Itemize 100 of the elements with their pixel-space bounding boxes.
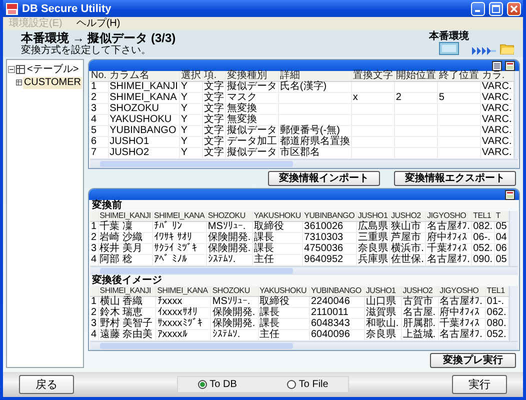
- table-cell: ﾁﾊﾞ ﾘﾝ: [154, 221, 182, 232]
- app-icon: [6, 2, 18, 14]
- radio-icon[interactable]: [198, 380, 207, 389]
- table-cell: 3610026: [304, 221, 344, 232]
- column-header[interactable]: SHIMEI_KANJI: [98, 286, 156, 296]
- action-button[interactable]: 変換情報インポート: [268, 171, 380, 186]
- radio-option[interactable]: To DB: [198, 379, 237, 390]
- table-cell: 保険開発.: [212, 318, 256, 329]
- vertical-scrollbar[interactable]: [509, 286, 518, 341]
- table-cell: 保険開発.: [208, 243, 251, 254]
- table-cell: 課長: [254, 232, 274, 243]
- tree-item[interactable]: <テーブル>: [26, 64, 80, 76]
- table-cell: 6040096: [310, 329, 350, 340]
- column-header[interactable]: No.: [90, 71, 108, 82]
- column-header[interactable]: SHOZOKU: [206, 211, 252, 222]
- section-label: 変換前: [91, 200, 123, 211]
- close-button[interactable]: [507, 2, 521, 16]
- table-cell: 市区郡名: [280, 147, 320, 158]
- column-header[interactable]: SHIMEI_KANA: [156, 286, 211, 296]
- column-header[interactable]: JIGYOSHO: [438, 286, 486, 296]
- table-cell: 名古屋ｵﾌ.: [440, 296, 482, 307]
- list-icon[interactable]: [492, 60, 502, 70]
- column-header[interactable]: JUSHO1: [356, 211, 390, 222]
- vertical-scrollbar[interactable]: [509, 211, 518, 266]
- horizontal-scrollbar[interactable]: [90, 266, 518, 275]
- collapse-icon[interactable]: [8, 66, 15, 73]
- table-cell: MSｿﾘｭｰ.: [212, 296, 250, 307]
- table-cell: 082.: [473, 221, 493, 232]
- column-header[interactable]: カラム名: [108, 71, 180, 82]
- horizontal-scrollbar[interactable]: [90, 341, 518, 350]
- preview-run-button[interactable]: 変換プレ実行: [430, 353, 516, 368]
- table-cell: 千葉 凜: [100, 221, 132, 232]
- sheet-icon[interactable]: [505, 190, 515, 200]
- table-cell: 上益城.: [402, 329, 436, 340]
- minimize-button[interactable]: [471, 2, 485, 16]
- table-cell: 三重県: [358, 232, 388, 243]
- radio-option[interactable]: To File: [286, 379, 328, 390]
- table-cell: VARC.: [482, 125, 512, 136]
- table-cell: 阿部 稔: [100, 254, 132, 265]
- table-cell: 横山 香織: [100, 296, 143, 307]
- table-cell: VARC.: [482, 147, 512, 158]
- horizontal-scrollbar[interactable]: [90, 159, 518, 168]
- table-cell: 1: [91, 81, 97, 92]
- column-header[interactable]: JUSHO2: [401, 286, 438, 296]
- table-cell: ｲxxxxｻｵﾘ: [157, 307, 198, 318]
- table-cell: 郵便番号(-無): [280, 125, 340, 136]
- table-cell: 5: [438, 92, 444, 103]
- run-button[interactable]: 実行: [452, 375, 507, 394]
- tree-item[interactable]: CUSTOMER: [22, 76, 82, 88]
- column-header[interactable]: TEL1: [485, 286, 508, 296]
- page-title: 本番環境 → 擬似データ (3/3): [21, 31, 176, 45]
- table-cell: 無変換: [226, 103, 257, 114]
- column-header[interactable]: 置換文字: [351, 71, 394, 82]
- column-header[interactable]: SHOZOKU: [210, 286, 258, 296]
- table-cell: 遠藤 奈由美: [100, 329, 153, 340]
- table-cell: x: [352, 92, 358, 103]
- table-cell: SHIMEI_KANJI: [110, 81, 178, 92]
- back-button[interactable]: 戻る: [19, 375, 74, 394]
- column-header[interactable]: JIGYOSHO: [426, 211, 472, 222]
- table-cell: 都道府県名置換: [280, 136, 350, 147]
- sheet-icon[interactable]: [505, 60, 515, 70]
- source-label: 本番環境: [429, 32, 469, 42]
- menu-item[interactable]: ヘルプ(H): [76, 18, 120, 30]
- column-header[interactable]: YAKUSHOKU: [252, 211, 303, 222]
- column-header[interactable]: YUBINBANGO: [309, 286, 364, 296]
- table-cell: 6048343: [310, 318, 350, 329]
- table-cell: VARC.: [482, 114, 512, 125]
- column-header[interactable]: 選択: [179, 71, 202, 82]
- column-header[interactable]: 変換種別: [225, 71, 278, 82]
- table-cell: 文字: [204, 92, 224, 103]
- column-header[interactable]: TEL1: [472, 211, 494, 222]
- column-header[interactable]: SHIMEI_KANA: [152, 211, 206, 222]
- action-button[interactable]: 変換情報エクスポート: [394, 171, 516, 186]
- column-header[interactable]: YUBINBANGO: [302, 211, 356, 222]
- table-cell: ｻｸﾗｲ ﾐﾂﾞｷ: [154, 243, 197, 254]
- table-cell: 05: [496, 254, 507, 265]
- column-header[interactable]: JUSHO2: [390, 211, 426, 222]
- table-cell: JUSHO2: [110, 147, 150, 158]
- table-cell: 062.: [486, 307, 506, 318]
- table-cell: 千葉ｵﾌｨｽ: [427, 243, 468, 254]
- table-cell: 4: [91, 114, 97, 125]
- maximize-button[interactable]: [489, 2, 503, 16]
- table-cell: 1: [91, 221, 97, 232]
- column-header[interactable]: 開始位置: [394, 71, 438, 82]
- section-label: 変換後イメージ: [91, 275, 163, 286]
- radio-icon[interactable]: [286, 380, 296, 389]
- column-header[interactable]: JUSHO1: [364, 286, 402, 296]
- column-header[interactable]: YAKUSHOKU: [258, 286, 310, 296]
- table-cell: 鈴木 瑞恵: [100, 307, 143, 318]
- arrows-icon: [472, 47, 496, 55]
- column-header[interactable]: 終了位置: [437, 71, 480, 82]
- column-header[interactable]: 詳細: [278, 71, 352, 82]
- column-header[interactable]: カラ.: [480, 71, 514, 82]
- table-cell: 04: [496, 232, 507, 243]
- column-header[interactable]: T: [494, 211, 508, 222]
- table-cell: 横浜市.: [391, 243, 424, 254]
- table-cell: 課長: [260, 307, 280, 318]
- column-header[interactable]: SHIMEI_KANJI: [98, 211, 153, 222]
- column-header[interactable]: 項.: [202, 71, 226, 82]
- table-cell: 05: [496, 221, 507, 232]
